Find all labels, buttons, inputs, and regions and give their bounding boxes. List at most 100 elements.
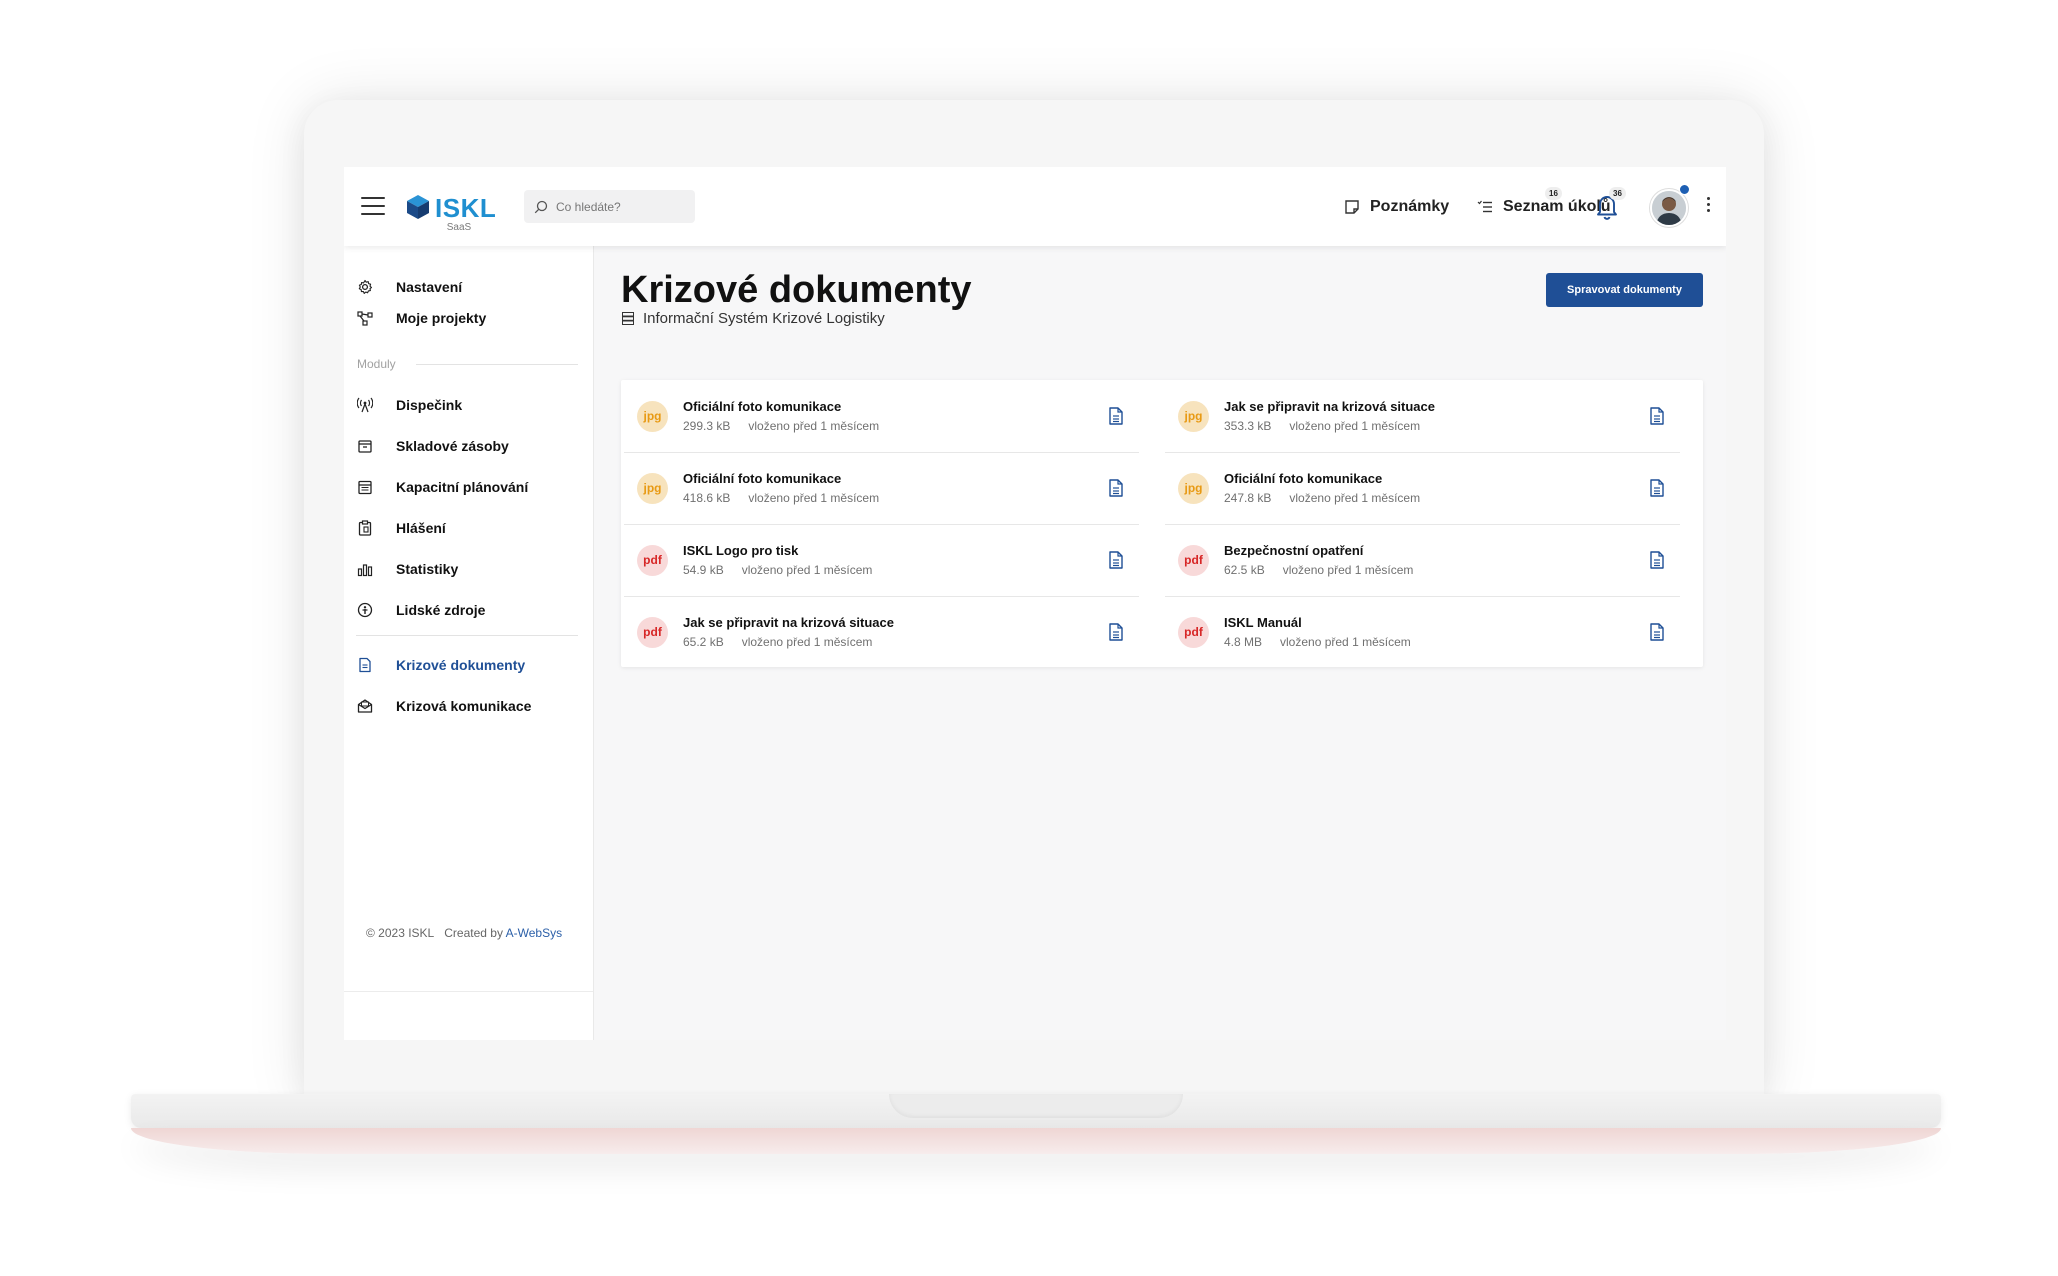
pdf-file-icon: pdf xyxy=(637,544,668,576)
document-item[interactable]: pdf Bezpečnostní opatření 62.5 kB vloženo… xyxy=(1165,524,1680,597)
logo-cube-icon xyxy=(407,195,429,219)
sidebar-item-statistiky[interactable]: Statistiky xyxy=(356,554,581,584)
sidebar-item-hlaseni[interactable]: Hlášení xyxy=(356,513,581,543)
open-document-icon[interactable] xyxy=(1106,621,1126,643)
top-bar: ISKL SaaS Poznámky xyxy=(344,167,1726,246)
document-uploaded: vloženo před 1 měsícem xyxy=(1280,635,1411,649)
calendar-icon xyxy=(356,478,374,496)
search-input[interactable] xyxy=(554,198,688,215)
online-status-dot xyxy=(1679,184,1690,195)
sidebar-item-dispecink[interactable]: Dispečink xyxy=(356,390,581,420)
open-document-icon[interactable] xyxy=(1106,477,1126,499)
document-size: 62.5 kB xyxy=(1224,563,1265,577)
document-item[interactable]: pdf ISKL Manuál 4.8 MB vloženo před 1 měs… xyxy=(1165,596,1680,668)
sidebar-item-skladove-zasoby[interactable]: Skladové zásoby xyxy=(356,431,581,461)
person-circle-icon xyxy=(356,601,374,619)
pdf-file-icon: pdf xyxy=(1178,544,1209,576)
laptop-notch xyxy=(889,1094,1183,1118)
document-item[interactable]: jpg Oficiální foto komunikace 299.3 kB vl… xyxy=(624,380,1139,453)
document-uploaded: vloženo před 1 měsícem xyxy=(1289,491,1421,505)
document-uploaded: vloženo před 1 měsícem xyxy=(1282,563,1414,577)
sidebar-item-label: Moje projekty xyxy=(396,310,487,326)
document-uploaded: vloženo před 1 měsícem xyxy=(1289,419,1421,433)
document-item[interactable]: pdf ISKL Logo pro tisk 54.9 kB vloženo př… xyxy=(624,524,1139,597)
open-document-icon[interactable] xyxy=(1106,405,1126,427)
app-logo[interactable]: ISKL SaaS xyxy=(406,193,498,235)
document-uploaded: vloženo před 1 měsícem xyxy=(741,635,873,649)
document-size: 65.2 kB xyxy=(683,635,724,649)
app-screen: ISKL SaaS Poznámky xyxy=(344,167,1726,1040)
created-by-text: Created by xyxy=(444,926,503,940)
sidebar-item-krizove-dokumenty[interactable]: Krizové dokumenty xyxy=(356,650,581,680)
open-document-icon[interactable] xyxy=(1647,549,1667,571)
document-size: 247.8 kB xyxy=(1224,491,1272,505)
notifications-count-badge: 36 xyxy=(1609,187,1626,200)
jpg-file-icon: jpg xyxy=(637,400,668,432)
sidebar-footer-divider xyxy=(344,991,593,992)
sidebar-divider xyxy=(356,635,578,636)
sidebar-item-label: Kapacitní plánování xyxy=(396,479,529,495)
document-name: Oficiální foto komunikace xyxy=(683,471,842,486)
copyright-text: © 2023 ISKL xyxy=(366,926,435,940)
document-item[interactable]: pdf Jak se připravit na krizová situace … xyxy=(624,596,1139,668)
search-box[interactable] xyxy=(524,190,695,223)
notes-button[interactable]: Poznámky xyxy=(1344,193,1449,221)
sidebar-item-lidske-zdroje[interactable]: Lidské zdroje xyxy=(356,595,581,625)
project-network-icon xyxy=(356,309,374,327)
modules-section-label: Moduly xyxy=(357,357,396,371)
open-document-icon[interactable] xyxy=(1647,621,1667,643)
pdf-file-icon: pdf xyxy=(637,616,668,648)
sidebar-item-moje-projekty[interactable]: Moje projekty xyxy=(356,303,581,333)
document-size: 4.8 MB xyxy=(1224,635,1263,649)
menu-toggle-icon[interactable] xyxy=(361,197,385,215)
clipboard-icon xyxy=(356,519,374,537)
document-item[interactable]: jpg Jak se připravit na krizová situace … xyxy=(1165,380,1680,453)
sidebar-item-label: Krizové dokumenty xyxy=(396,657,526,673)
jpg-file-icon: jpg xyxy=(1178,472,1209,504)
tasks-button[interactable]: Seznam úkolů xyxy=(1477,193,1611,221)
document-name: Oficiální foto komunikace xyxy=(683,399,842,414)
task-list-icon xyxy=(1477,200,1493,214)
sidebar-item-label: Statistiky xyxy=(396,561,459,577)
open-document-icon[interactable] xyxy=(1106,549,1126,571)
sidebar-item-label: Skladové zásoby xyxy=(396,438,509,454)
server-icon xyxy=(622,312,634,325)
open-document-icon[interactable] xyxy=(1647,405,1667,427)
jpg-file-icon: jpg xyxy=(637,472,668,504)
document-size: 299.3 kB xyxy=(683,419,731,433)
sidebar-footer: © 2023 ISKL Created by A-WebSys xyxy=(366,926,562,940)
box-icon xyxy=(356,437,374,455)
author-link[interactable]: A-WebSys xyxy=(506,926,562,940)
sidebar: Nastavení Moje projekty Moduly Dispečink… xyxy=(344,246,594,1040)
document-size: 353.3 kB xyxy=(1224,419,1272,433)
envelope-icon xyxy=(356,697,374,715)
open-document-icon[interactable] xyxy=(1647,477,1667,499)
sidebar-item-krizova-komunikace[interactable]: Krizová komunikace xyxy=(356,691,581,721)
sidebar-item-label: Krizová komunikace xyxy=(396,698,532,714)
logo-subtitle: SaaS xyxy=(446,222,472,233)
section-divider xyxy=(416,364,578,365)
notes-label: Poznámky xyxy=(1370,198,1450,215)
jpg-file-icon: jpg xyxy=(1178,400,1209,432)
document-size: 418.6 kB xyxy=(683,491,731,505)
document-icon xyxy=(356,656,374,674)
document-item[interactable]: jpg Oficiální foto komunikace 247.8 kB vl… xyxy=(1165,452,1680,525)
logo-text: ISKL xyxy=(435,193,497,223)
document-name: Oficiální foto komunikace xyxy=(1224,471,1383,486)
document-name: ISKL Logo pro tisk xyxy=(683,543,799,558)
more-options-icon[interactable] xyxy=(1704,197,1712,215)
sidebar-item-label: Lidské zdroje xyxy=(396,602,486,618)
document-size: 54.9 kB xyxy=(683,563,724,577)
manage-documents-button[interactable]: Spravovat dokumenty xyxy=(1546,273,1703,307)
laptop-lip xyxy=(131,1128,1941,1154)
page-subtitle: Informační Systém Krizové Logistiky xyxy=(622,310,885,327)
gear-icon xyxy=(356,278,374,296)
sidebar-item-nastaveni[interactable]: Nastavení xyxy=(356,272,581,302)
pdf-file-icon: pdf xyxy=(1178,616,1209,648)
document-item[interactable]: jpg Oficiální foto komunikace 418.6 kB vl… xyxy=(624,452,1139,525)
antenna-icon xyxy=(356,396,374,414)
sidebar-item-kapacitni-planovani[interactable]: Kapacitní plánování xyxy=(356,472,581,502)
document-name: Bezpečnostní opatření xyxy=(1224,543,1364,558)
documents-card: jpg Oficiální foto komunikace 299.3 kB vl… xyxy=(621,380,1703,667)
document-uploaded: vloženo před 1 měsícem xyxy=(741,563,873,577)
